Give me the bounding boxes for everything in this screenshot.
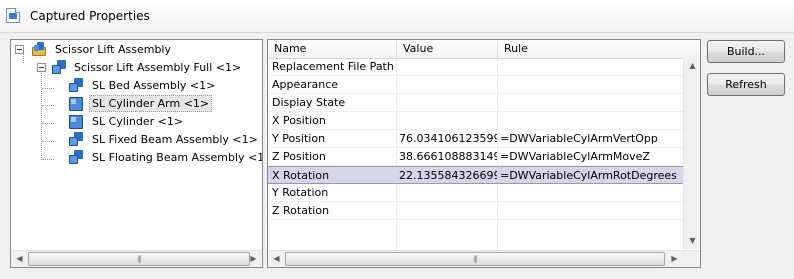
captured-properties-document-icon: [6, 8, 20, 23]
property-rule-cell[interactable]: [500, 202, 682, 219]
grid-horizontal-scrollbar[interactable]: ◀ ||| ▶: [268, 250, 700, 267]
property-value-cell[interactable]: 38.6661088831494: [399, 148, 497, 165]
property-row[interactable]: X Position: [268, 112, 683, 130]
property-row[interactable]: Display State: [268, 94, 683, 112]
property-row[interactable]: Y Rotation: [268, 184, 683, 202]
tree-node-label: Scissor Lift Assembly Full <1>: [74, 61, 242, 74]
property-value-cell[interactable]: [399, 58, 497, 75]
refresh-button[interactable]: Refresh: [707, 73, 785, 96]
tree-node-label: SL Bed Assembly <1>: [92, 79, 216, 92]
property-rule-cell[interactable]: [500, 112, 682, 129]
property-row[interactable]: Replacement File Path: [268, 58, 683, 76]
property-value-cell[interactable]: [399, 76, 497, 93]
property-name-cell: Z Position: [272, 150, 326, 163]
grid-vertical-scrollbar[interactable]: ▲ ▼: [683, 58, 700, 249]
property-name-cell: Display State: [272, 96, 346, 109]
scroll-right-icon[interactable]: ▶: [245, 251, 262, 267]
subassembly-icon: [69, 78, 84, 93]
property-name-cell: Z Rotation: [272, 204, 330, 217]
tree-node-fixed-beam-assembly[interactable]: SL Fixed Beam Assembly <1>: [11, 131, 262, 148]
properties-grid[interactable]: Name Value Rule Replacement File Path App…: [267, 39, 701, 268]
property-rule-cell[interactable]: [500, 94, 682, 111]
part-icon: [69, 114, 84, 129]
column-header-rule[interactable]: Rule: [498, 40, 684, 58]
property-name-cell: Y Position: [272, 132, 326, 145]
grid-header: Name Value Rule: [268, 40, 700, 59]
part-icon: [69, 96, 84, 111]
property-name-cell: X Position: [272, 114, 326, 127]
property-row[interactable]: X Rotation 22.135584326699 =DWVariableCylA…: [268, 166, 683, 184]
property-name-cell: Y Rotation: [272, 186, 329, 199]
tree-node-label: SL Cylinder <1>: [92, 115, 184, 128]
property-rule-cell[interactable]: [500, 184, 682, 201]
title-bar: Captured Properties: [0, 0, 794, 33]
property-name-cell: Replacement File Path: [272, 60, 394, 73]
tree-node-cylinder[interactable]: SL Cylinder <1>: [11, 113, 262, 130]
property-rule-cell[interactable]: =DWVariableCylArmMoveZ: [500, 148, 682, 165]
window-title: Captured Properties: [30, 9, 150, 23]
column-header-name[interactable]: Name: [268, 40, 396, 58]
tree-node-label: Scissor Lift Assembly: [55, 43, 171, 56]
scroll-left-icon[interactable]: ◀: [11, 251, 28, 267]
property-value-cell[interactable]: 76.0341061235995: [399, 130, 497, 147]
subassembly-icon: [69, 132, 84, 147]
tree-node-root[interactable]: Scissor Lift Assembly: [11, 41, 262, 58]
tree-node-label: SL Fixed Beam Assembly <1>: [92, 133, 258, 146]
property-row[interactable]: Appearance: [268, 76, 683, 94]
property-row[interactable]: Z Rotation: [268, 202, 683, 220]
collapse-toggle-icon[interactable]: [15, 45, 24, 54]
tree-node-floating-beam-assembly[interactable]: SL Floating Beam Assembly <1>: [11, 149, 263, 166]
tree-node-bed-assembly[interactable]: SL Bed Assembly <1>: [11, 77, 262, 94]
property-rule-cell[interactable]: [500, 58, 682, 75]
scroll-thumb[interactable]: |||: [28, 252, 250, 266]
column-header-value[interactable]: Value: [397, 40, 497, 58]
property-rule-cell[interactable]: =DWVariableCylArmVertOpp: [500, 130, 682, 147]
property-name-cell: X Rotation: [272, 169, 330, 182]
property-rule-cell[interactable]: =DWVariableCylArmRotDegrees: [500, 167, 682, 184]
tree-node-cylinder-arm[interactable]: SL Cylinder Arm <1>: [11, 95, 262, 112]
property-name-cell: Appearance: [272, 78, 339, 91]
scroll-right-icon[interactable]: ▶: [666, 251, 683, 267]
property-row[interactable]: Z Position 38.6661088831494 =DWVariableCyl…: [268, 148, 683, 166]
assembly-icon: [52, 60, 67, 75]
tree-node-label: SL Cylinder Arm <1>: [89, 95, 213, 112]
collapse-toggle-icon[interactable]: [37, 63, 46, 72]
tree-horizontal-scrollbar[interactable]: ◀ ||| ▶: [11, 250, 262, 267]
assembly-tree[interactable]: Scissor Lift Assembly Scissor Lift Assem…: [10, 39, 263, 268]
scroll-left-icon[interactable]: ◀: [268, 251, 285, 267]
property-value-cell[interactable]: [399, 202, 497, 219]
scroll-down-icon[interactable]: ▼: [684, 233, 700, 249]
property-value-cell[interactable]: [399, 94, 497, 111]
tree-node-assembly[interactable]: Scissor Lift Assembly Full <1>: [11, 59, 262, 76]
tree-node-label: SL Floating Beam Assembly <1>: [92, 151, 263, 164]
property-value-cell[interactable]: [399, 184, 497, 201]
property-value-cell[interactable]: [399, 112, 497, 129]
subassembly-icon: [69, 150, 84, 165]
property-rule-cell[interactable]: [500, 76, 682, 93]
scroll-thumb[interactable]: |||: [285, 252, 665, 266]
property-value-cell[interactable]: 22.135584326699: [399, 167, 497, 184]
build-button[interactable]: Build...: [707, 40, 785, 63]
scroll-up-icon[interactable]: ▲: [684, 58, 700, 74]
property-row[interactable]: Y Position 76.0341061235995 =DWVariableCyl…: [268, 130, 683, 148]
assembly-folder-icon: [32, 42, 47, 57]
